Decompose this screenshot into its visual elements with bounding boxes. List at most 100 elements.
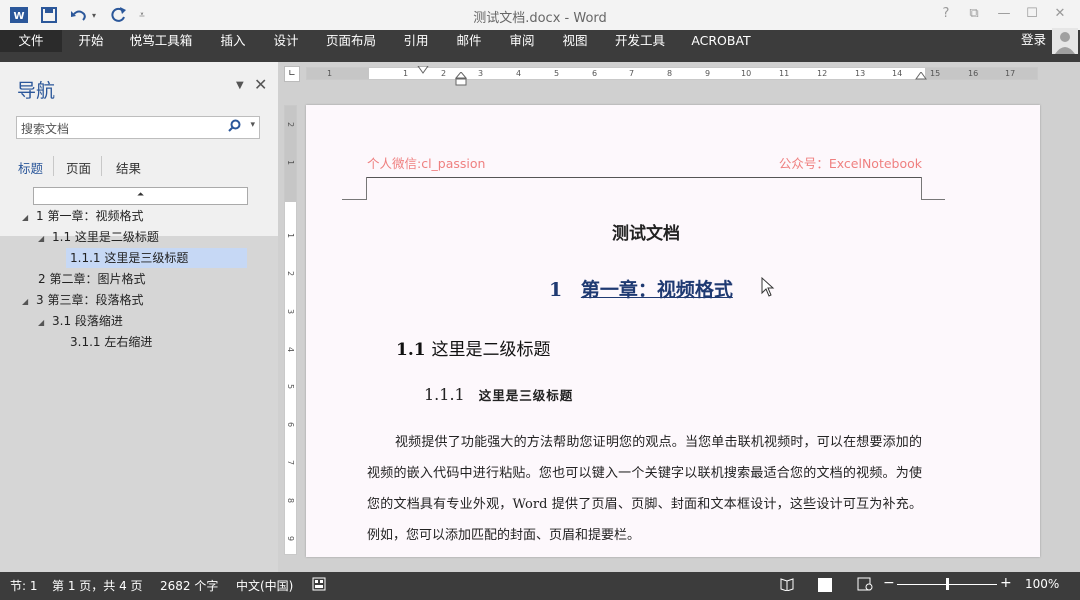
collapse-triangle-icon[interactable]: ◢ <box>22 292 36 312</box>
collapse-triangle-icon[interactable]: ◢ <box>38 229 52 249</box>
heading-1-number: 1 <box>549 279 563 301</box>
tree-item-label: 1.1.1 这里是三级标题 <box>70 251 189 265</box>
ruler-number: 1 <box>286 160 295 166</box>
ruler-margin <box>285 106 296 202</box>
word-window: W ▾ ⩡ 测试文档.docx - Word ? ⧉ — ☐ ✕ 文件 开始 悦… <box>0 0 1080 600</box>
collapse-triangle-icon[interactable]: ◢ <box>22 208 36 228</box>
tab-developer[interactable]: 开发工具 <box>609 30 671 52</box>
tab-toolbox[interactable]: 悦笃工具箱 <box>126 30 196 52</box>
page-indicator[interactable]: 第 1 页，共 4 页 <box>52 577 143 594</box>
avatar[interactable] <box>1052 28 1078 54</box>
ruler-number: 14 <box>892 69 903 78</box>
first-line-indent-icon[interactable] <box>417 66 429 74</box>
tree-item[interactable]: ◢ 3 第三章：段落格式 <box>22 290 143 310</box>
heading-2-number: 1.1 <box>396 340 426 360</box>
tab-results[interactable]: 结果 <box>116 158 141 177</box>
mouse-pointer-icon <box>761 277 775 297</box>
section-indicator[interactable]: 节: 1 <box>10 577 38 594</box>
ruler-number: 8 <box>667 69 673 78</box>
right-indent-icon[interactable] <box>915 72 927 80</box>
ruler-number: 2 <box>441 69 447 78</box>
tab-pages[interactable]: 页面 <box>66 158 91 177</box>
body-paragraph[interactable]: 视频提供了功能强大的方法帮助您证明您的观点。当您单击联机视频时，可以在想要添加的… <box>367 427 922 551</box>
tab-acrobat[interactable]: ACROBAT <box>686 30 756 52</box>
help-icon[interactable]: ? <box>936 6 956 24</box>
zoom-out-button[interactable]: − <box>883 575 895 591</box>
tree-item[interactable]: ◢ 3.1 段落缩进 <box>38 311 123 331</box>
divider <box>53 156 54 176</box>
header-left-text[interactable]: 个人微信:cl_passion <box>367 153 485 172</box>
language-indicator[interactable]: 中文(中国) <box>236 577 293 594</box>
ruler-number: 9 <box>286 536 295 542</box>
macro-record-icon[interactable] <box>312 577 326 594</box>
tab-view[interactable]: 视图 <box>556 30 594 52</box>
tab-home[interactable]: 开始 <box>72 30 110 52</box>
hanging-indent-icon[interactable] <box>455 72 467 86</box>
horizontal-ruler[interactable]: 1 1 2 3 4 5 6 7 8 9 10 11 12 13 14 15 16… <box>306 66 1038 86</box>
tab-design[interactable]: 设计 <box>267 30 305 52</box>
search-input[interactable]: 搜索文档 ▾ <box>16 116 260 139</box>
tab-insert[interactable]: 插入 <box>214 30 252 52</box>
tree-item[interactable]: 3.1.1 左右缩进 <box>70 332 152 352</box>
document-page[interactable]: 个人微信:cl_passion 公众号：ExcelNotebook 测试文档 1… <box>306 105 1040 557</box>
ruler-number: 2 <box>286 271 295 277</box>
tab-headings[interactable]: 标题 <box>18 158 43 177</box>
ruler-number: 5 <box>286 384 295 390</box>
vertical-ruler[interactable]: 2 1 1 2 3 4 5 6 7 8 9 <box>284 105 297 555</box>
divider <box>101 156 102 176</box>
search-options-icon[interactable]: ▾ <box>250 120 255 130</box>
ruler-number: 15 <box>930 69 941 78</box>
tab-mailings[interactable]: 邮件 <box>450 30 488 52</box>
zoom-in-button[interactable]: + <box>1000 575 1012 591</box>
heading-1[interactable]: 1 第一章：视频格式 <box>549 275 733 302</box>
heading-1-text: 第一章：视频格式 <box>580 279 733 301</box>
tree-item-label: 3.1.1 左右缩进 <box>70 335 153 349</box>
tree-item-selected[interactable]: 1.1.1 这里是三级标题 <box>66 248 247 268</box>
tab-review[interactable]: 审阅 <box>503 30 541 52</box>
header-right-text[interactable]: 公众号：ExcelNotebook <box>779 153 922 172</box>
tree-item[interactable]: 2 第二章：图片格式 <box>38 269 145 289</box>
ruler-number: 17 <box>1005 69 1016 78</box>
heading-3[interactable]: 1.1.1 这里是三级标题 <box>424 385 573 404</box>
ruler-number: 3 <box>478 69 484 78</box>
heading-3-text: 这里是三级标题 <box>478 388 574 403</box>
document-title[interactable]: 测试文档 <box>306 219 986 244</box>
word-count[interactable]: 2682 个字 <box>160 577 218 594</box>
navigation-pane: 导航 ▼ ✕ 搜索文档 ▾ 标题 页面 结果 ⏶ ◢ 1 第一章：视频格式 ◢ 1.… <box>0 62 278 572</box>
ruler-number: 1 <box>286 233 295 239</box>
ruler-number: 5 <box>554 69 560 78</box>
print-layout-icon[interactable] <box>818 578 832 592</box>
search-icon[interactable] <box>228 119 241 136</box>
minimize-icon[interactable]: — <box>994 6 1014 24</box>
tab-references[interactable]: 引用 <box>397 30 435 52</box>
tab-layout[interactable]: 页面布局 <box>320 30 382 52</box>
ruler-number: 11 <box>779 69 790 78</box>
ribbon-collapsed-band <box>0 52 1080 62</box>
ribbon-display-icon[interactable]: ⧉ <box>964 6 984 24</box>
ruler-number: 7 <box>286 460 295 466</box>
tree-item-label: 3.1 段落缩进 <box>52 314 123 328</box>
header-line <box>367 177 922 178</box>
sign-in-link[interactable]: 登录 <box>1021 30 1046 50</box>
web-layout-icon[interactable] <box>857 577 873 594</box>
ribbon-tabs: 文件 开始 悦笃工具箱 插入 设计 页面布局 引用 邮件 审阅 视图 开发工具 … <box>0 30 1080 52</box>
nav-title: 导航 <box>17 80 56 102</box>
tree-item[interactable]: ◢ 1.1 这里是二级标题 <box>38 227 159 247</box>
nav-close-icon[interactable]: ✕ <box>254 75 267 94</box>
search-placeholder: 搜索文档 <box>21 122 70 136</box>
zoom-slider-thumb[interactable] <box>945 578 949 590</box>
tab-file[interactable]: 文件 <box>0 30 62 52</box>
close-icon[interactable]: ✕ <box>1050 6 1070 24</box>
read-mode-icon[interactable] <box>780 577 794 594</box>
tab-selector-icon[interactable]: ∟ <box>284 66 300 82</box>
tree-item-label: 1.1 这里是二级标题 <box>52 230 159 244</box>
tree-item[interactable]: ◢ 1 第一章：视频格式 <box>22 206 143 226</box>
nav-options-icon[interactable]: ▼ <box>236 80 244 91</box>
collapse-headings-icon[interactable]: ⏶ <box>33 187 248 205</box>
zoom-level[interactable]: 100% <box>1025 577 1059 591</box>
status-bar: 节: 1 第 1 页，共 4 页 2682 个字 中文(中国) − + 100% <box>0 572 1080 600</box>
heading-2[interactable]: 1.1 这里是二级标题 <box>396 335 551 360</box>
restore-icon[interactable]: ☐ <box>1022 6 1042 24</box>
collapse-triangle-icon[interactable]: ◢ <box>38 313 52 333</box>
tree-item-label: 3 第三章：段落格式 <box>36 293 144 307</box>
